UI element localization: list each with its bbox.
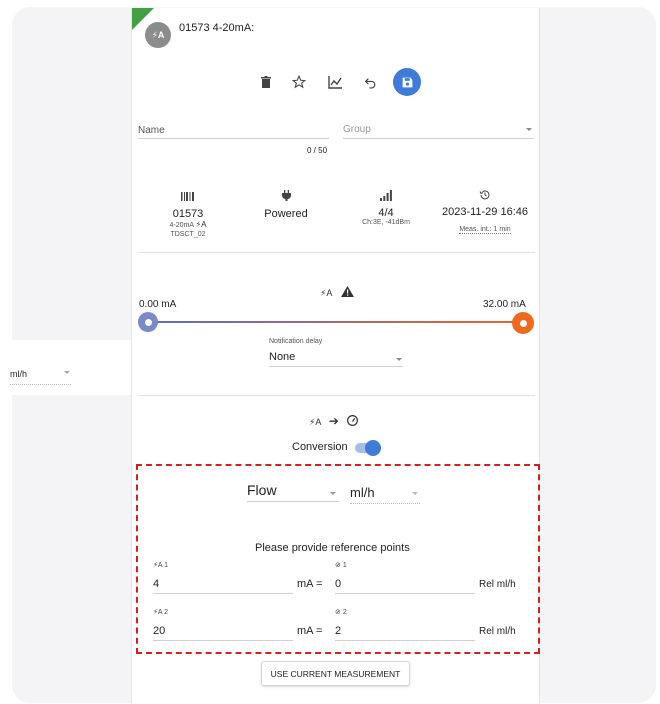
name-label: Name xyxy=(138,125,165,136)
last-timestamp: 2023-11-29 16:46 xyxy=(441,206,529,218)
chart-button[interactable] xyxy=(322,69,348,95)
notification-delay-value: None xyxy=(269,351,296,363)
time-info: 2023-11-29 16:46 Meas. int.: 1 min xyxy=(435,188,535,236)
outside-unit-select[interactable]: ml/h xyxy=(0,340,131,395)
current-loop-icon: ⚡A xyxy=(309,417,322,427)
conversion-toggle-knob[interactable] xyxy=(365,440,381,456)
conversion-header: ⚡A ➔ xyxy=(309,412,359,430)
trash-icon xyxy=(261,76,271,88)
device-type: 4-20mA ⚡A xyxy=(158,220,218,229)
signal-info: 4/4 Ch:3E, -41dBm xyxy=(348,188,424,226)
current-loop-icon: ⚡A xyxy=(320,288,333,298)
conversion-label: Conversion xyxy=(292,441,348,453)
measurement-interval[interactable]: Meas. int.: 1 min xyxy=(459,226,511,234)
signal-icon xyxy=(380,190,392,201)
save-button[interactable] xyxy=(393,68,421,96)
range-min-label: 0.00 mA xyxy=(139,299,177,310)
current-loop-icon: ⚡A xyxy=(145,22,171,48)
use-current-measurement-button[interactable]: USE CURRENT MEASUREMENT xyxy=(261,661,410,686)
group-select[interactable] xyxy=(343,138,534,139)
delete-button[interactable] xyxy=(253,69,279,95)
star-icon xyxy=(292,75,306,89)
gauge-icon xyxy=(347,415,359,426)
power-status: Powered xyxy=(264,208,308,220)
section-divider xyxy=(138,395,535,396)
power-info: Powered xyxy=(256,188,316,220)
arrow-right-icon: ➔ xyxy=(328,414,339,428)
toolbar xyxy=(132,68,539,97)
notification-delay-label: Notification delay xyxy=(269,338,323,345)
device-type-label: 4-20mA xyxy=(169,222,194,229)
range-max-label: 32.00 mA xyxy=(483,299,526,310)
undo-button[interactable] xyxy=(357,69,383,95)
history-icon xyxy=(479,190,490,200)
outside-unit-underline xyxy=(10,384,71,385)
current-loop-icon: ⚡A xyxy=(195,220,207,229)
range-min-handle[interactable] xyxy=(138,312,158,332)
save-icon xyxy=(402,77,412,87)
chevron-down-icon xyxy=(396,358,402,361)
handle-dot xyxy=(144,318,152,326)
chevron-down-icon xyxy=(526,128,532,131)
name-counter: 0 / 50 xyxy=(307,146,328,155)
highlight-box xyxy=(136,464,540,654)
device-title: 01573 4-20mA: xyxy=(179,22,255,34)
favorite-button[interactable] xyxy=(286,69,312,95)
range-header: ⚡A xyxy=(320,283,354,301)
barcode-icon xyxy=(181,192,194,201)
chevron-down-icon xyxy=(64,371,70,374)
serial-info: 01573 4-20mA ⚡A TDSCT_02 xyxy=(158,188,218,238)
warning-icon xyxy=(340,286,354,297)
notification-delay-select[interactable] xyxy=(269,366,403,367)
range-slider-track[interactable] xyxy=(145,321,521,323)
plug-icon xyxy=(281,190,291,201)
serial-number: 01573 xyxy=(172,208,204,220)
undo-icon xyxy=(364,77,375,89)
name-input[interactable] xyxy=(138,138,329,139)
signal-detail: Ch:3E, -41dBm xyxy=(362,219,410,226)
device-model: TDSCT_02 xyxy=(170,231,206,238)
chart-icon xyxy=(327,76,342,89)
range-max-handle[interactable] xyxy=(512,312,534,334)
section-divider xyxy=(138,252,535,253)
handle-dot xyxy=(519,319,527,327)
signal-quality: 4/4 xyxy=(378,207,394,219)
outside-unit-value: ml/h xyxy=(10,369,28,379)
group-select-label: Group xyxy=(343,124,371,135)
